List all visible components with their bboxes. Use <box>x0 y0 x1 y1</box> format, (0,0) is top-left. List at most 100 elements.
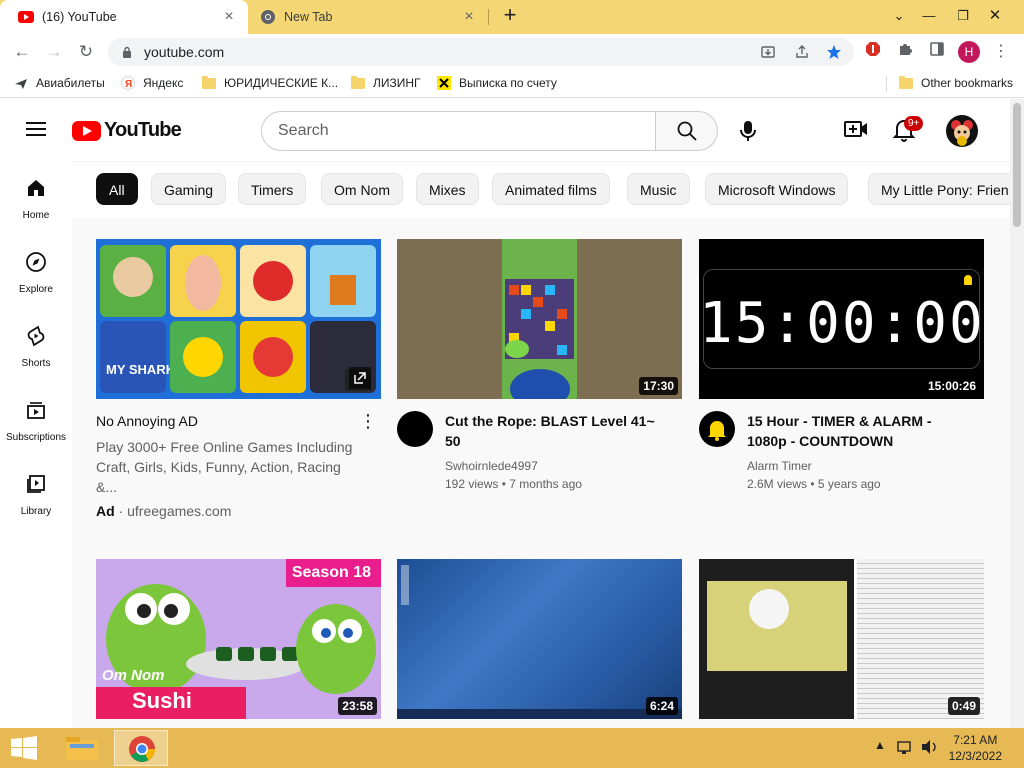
channel-avatar[interactable] <box>699 411 735 447</box>
video-card[interactable]: 0:49 <box>699 559 984 719</box>
video-thumbnail[interactable]: 17:30 <box>397 239 682 399</box>
external-link-icon[interactable] <box>349 367 371 389</box>
home-icon <box>28 180 44 196</box>
account-avatar[interactable] <box>946 115 978 147</box>
start-button[interactable] <box>10 736 38 760</box>
show-hidden-icons-chevron[interactable]: ▲ <box>874 738 886 768</box>
chip-animated-films[interactable]: Animated films <box>492 173 610 205</box>
video-card[interactable]: 17:30 Cut the Rope: BLAST Level 41~ 50 S… <box>397 239 682 493</box>
side-panel-icon[interactable] <box>926 41 948 63</box>
ad-meta: No Annoying AD ⋮ Play 3000+ Free Online … <box>96 399 381 519</box>
close-tab-icon[interactable]: × <box>220 8 238 26</box>
video-title[interactable]: 15 Hour - TIMER & ALARM - 1080p - COUNTD… <box>747 411 967 451</box>
adblock-extension-icon[interactable] <box>862 41 884 63</box>
more-options-icon[interactable]: ⋮ <box>359 411 377 432</box>
clock-time: 7:21 AM <box>953 733 998 747</box>
url-text: youtube.com <box>144 44 225 60</box>
sidebar-item-library[interactable]: Library <box>0 457 72 531</box>
back-arrow-icon[interactable]: ← <box>10 40 34 64</box>
chip-music[interactable]: Music <box>627 173 690 205</box>
search-input[interactable]: Search <box>261 111 657 151</box>
folder-icon <box>899 75 913 89</box>
chip-my-little-pony[interactable]: My Little Pony: Frien <box>868 173 1010 205</box>
desktop-icons <box>401 565 409 605</box>
reload-icon[interactable]: ↻ <box>74 40 98 64</box>
ad-title[interactable]: No Annoying AD <box>96 411 381 431</box>
video-meta: 15 Hour - TIMER & ALARM - 1080p - COUNTD… <box>699 399 984 493</box>
video-duration: 15:00:26 <box>923 377 980 395</box>
restore-button[interactable]: ❐ <box>948 4 978 28</box>
profile-avatar[interactable]: H <box>958 41 980 63</box>
chrome-menu-icon[interactable]: ⋮ <box>990 41 1012 63</box>
chrome-taskbar-button[interactable] <box>114 730 168 766</box>
new-tab-button[interactable]: + <box>498 4 522 28</box>
channel-name[interactable]: Swhoirnlede4997 <box>445 457 682 475</box>
sidebar-item-explore[interactable]: Explore <box>0 235 72 309</box>
address-bar[interactable]: youtube.com <box>108 38 854 66</box>
system-clock[interactable]: 7:21 AM 12/3/2022 <box>949 732 1002 764</box>
video-grid: MY SHARK No Annoying AD ⋮ Play 3000+ Fre… <box>72 217 1010 728</box>
ad-domain[interactable]: ufreegames.com <box>127 503 231 519</box>
ad-card[interactable]: MY SHARK No Annoying AD ⋮ Play 3000+ Fre… <box>96 239 381 519</box>
bookmark-star-icon[interactable] <box>826 44 842 60</box>
channel-avatar[interactable] <box>397 411 433 447</box>
tab-new-tab[interactable]: New Tab × <box>250 0 488 34</box>
video-thumbnail[interactable]: Season 18 Om Nom Sushi 23:58 <box>96 559 381 719</box>
folder-icon <box>351 75 365 89</box>
file-explorer-button[interactable] <box>60 730 104 766</box>
chip-mixes[interactable]: Mixes <box>416 173 479 205</box>
scrollbar-thumb[interactable] <box>1013 103 1021 227</box>
video-card[interactable]: Season 18 Om Nom Sushi 23:58 <box>96 559 381 719</box>
thumb-word: Sushi <box>132 688 192 713</box>
video-card[interactable]: 15:00:00 15:00:26 15 Hour - TIMER & ALAR… <box>699 239 984 493</box>
sidebar-item-subscriptions[interactable]: Subscriptions <box>0 383 72 457</box>
video-title[interactable]: Cut the Rope: BLAST Level 41~ 50 <box>445 411 665 451</box>
channel-name[interactable]: Alarm Timer <box>747 457 984 475</box>
other-bookmarks[interactable]: Other bookmarks <box>899 75 1013 90</box>
network-icon[interactable] <box>896 738 916 768</box>
chip-microsoft-windows[interactable]: Microsoft Windows <box>705 173 849 205</box>
tab-separator <box>488 9 489 25</box>
volume-icon[interactable] <box>920 738 940 768</box>
youtube-logo[interactable]: YouTube <box>72 119 182 142</box>
bookmark-lizing[interactable]: ЛИЗИНГ <box>351 75 421 90</box>
ad-thumbnail[interactable]: MY SHARK <box>96 239 381 399</box>
video-camera-plus-icon <box>844 121 867 137</box>
video-thumbnail[interactable]: 15:00:00 15:00:26 <box>699 239 984 399</box>
search-button[interactable] <box>655 111 718 151</box>
sidebar-item-home[interactable]: Home <box>0 161 72 235</box>
close-tab-icon[interactable]: × <box>460 8 478 26</box>
menu-hamburger-icon[interactable] <box>26 122 46 136</box>
create-video-button[interactable] <box>842 115 870 143</box>
bookmark-aviabilety[interactable]: Авиабилеты <box>14 76 105 90</box>
forward-arrow-icon[interactable]: → <box>42 40 66 64</box>
tab-youtube[interactable]: (16) YouTube × <box>0 0 248 34</box>
bookmarks-bar: Авиабилеты Я Яндекс ЮРИДИЧЕСКИЕ К... ЛИЗ… <box>0 70 1024 98</box>
video-stats: 192 views • 7 months ago <box>445 477 582 491</box>
tab-search-chevron-icon[interactable]: ⌄ <box>884 4 914 28</box>
bookmark-vypiska[interactable]: Выписка по счету <box>437 76 557 90</box>
sidebar-item-shorts[interactable]: Shorts <box>0 309 72 383</box>
minimize-button[interactable]: — <box>914 4 944 28</box>
svg-text:Я: Я <box>125 79 132 90</box>
share-icon[interactable] <box>794 44 810 60</box>
notification-count-badge: 9+ <box>904 116 924 131</box>
chip-all[interactable]: All <box>96 173 138 205</box>
video-thumbnail[interactable]: 6:24 <box>397 559 682 719</box>
extensions-puzzle-icon[interactable] <box>894 41 916 63</box>
folder-icon <box>202 75 216 89</box>
video-card[interactable]: 6:24 <box>397 559 682 719</box>
bookmark-yuridicheskie[interactable]: ЮРИДИЧЕСКИЕ К... <box>202 75 338 90</box>
chip-gaming[interactable]: Gaming <box>151 173 227 205</box>
video-thumbnail[interactable]: 0:49 <box>699 559 984 719</box>
close-window-button[interactable]: ✕ <box>980 4 1010 28</box>
chrome-icon <box>129 736 155 762</box>
games-collage-image: MY SHARK <box>96 239 381 399</box>
voice-search-button[interactable] <box>730 113 766 149</box>
raiffeisen-icon <box>437 76 451 90</box>
chip-timers[interactable]: Timers <box>238 173 307 205</box>
install-app-icon[interactable] <box>760 44 776 60</box>
compass-icon <box>26 252 46 272</box>
bookmark-yandex[interactable]: Я Яндекс <box>121 76 183 90</box>
chip-om-nom[interactable]: Om Nom <box>321 173 403 205</box>
